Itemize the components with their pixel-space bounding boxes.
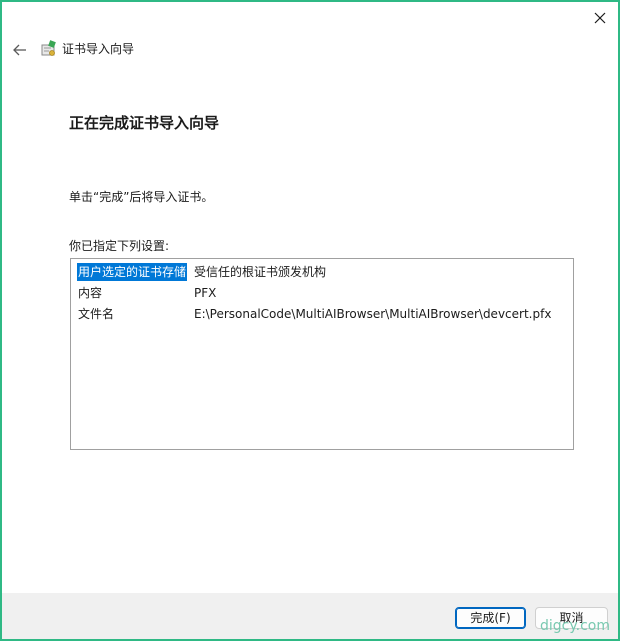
instruction-text: 单击“完成”后将导入证书。 (69, 190, 214, 204)
page-title: 正在完成证书导入向导 (69, 114, 220, 132)
settings-key: 文件名 (78, 307, 115, 321)
settings-key: 用户选定的证书存储 (77, 263, 188, 281)
wizard-window: 证书导入向导 正在完成证书导入向导 单击“完成”后将导入证书。 你已指定下列设置… (0, 0, 620, 641)
wizard-title: 证书导入向导 (62, 42, 135, 56)
watermark: digcy.com (540, 618, 610, 634)
close-icon[interactable] (592, 10, 608, 26)
certificate-icon (40, 40, 58, 58)
settings-value: 受信任的根证书颁发机构 (194, 265, 327, 279)
settings-value: E:\PersonalCode\MultiAIBrowser\MultiAIBr… (194, 307, 552, 321)
settings-label: 你已指定下列设置: (69, 239, 170, 253)
back-arrow-icon[interactable] (12, 42, 28, 58)
settings-key: 内容 (78, 286, 103, 300)
settings-value: PFX (194, 286, 217, 300)
finish-button[interactable]: 完成(F) (455, 607, 526, 629)
settings-list[interactable]: 用户选定的证书存储 受信任的根证书颁发机构 内容 PFX 文件名 E:\Pers… (70, 258, 574, 450)
